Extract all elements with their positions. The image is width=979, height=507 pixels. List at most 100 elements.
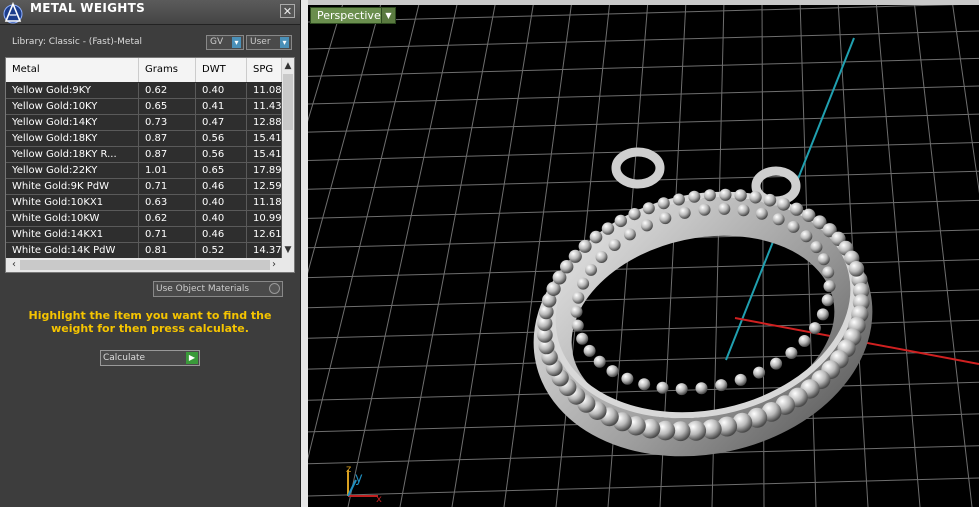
- close-button[interactable]: ✕: [280, 4, 295, 18]
- cell-dwt: 0.40: [196, 211, 247, 227]
- use-object-materials-toggle[interactable]: Use Object Materials: [153, 281, 283, 297]
- bead: [790, 202, 804, 216]
- cell-spg: 15.41: [247, 147, 282, 163]
- cell-spg: 17.89: [247, 163, 282, 179]
- table-row[interactable]: Yellow Gold:9KY 0.62 0.40 11.08: [6, 83, 282, 99]
- table-row[interactable]: Yellow Gold:18KY 0.87 0.56 15.41: [6, 131, 282, 147]
- gv-label: GV: [210, 37, 224, 47]
- table-row[interactable]: Yellow Gold:22KY 1.01 0.65 17.89: [6, 163, 282, 179]
- bead: [777, 197, 791, 211]
- bead: [583, 344, 596, 357]
- table-row[interactable]: White Gold:10KW 0.62 0.40 10.99: [6, 211, 282, 227]
- scroll-left-icon[interactable]: ‹: [8, 258, 20, 272]
- app-logo-icon: [3, 1, 23, 24]
- scroll-thumb[interactable]: [283, 74, 293, 130]
- cell-spg: 12.61: [247, 227, 282, 243]
- table-row[interactable]: Yellow Gold:18KY R... 0.87 0.56 15.41: [6, 147, 282, 163]
- table-row[interactable]: White Gold:14KX1 0.71 0.46 12.61: [6, 227, 282, 243]
- cell-dwt: 0.47: [196, 115, 247, 131]
- cell-metal: White Gold:9K PdW: [6, 179, 139, 195]
- bead: [577, 277, 590, 290]
- viewport-tab-strip: [308, 0, 979, 5]
- vertical-scrollbar[interactable]: ▲ ▼: [282, 58, 294, 258]
- panel-title: METAL WEIGHTS: [30, 1, 146, 15]
- bead: [763, 193, 777, 207]
- cell-grams: 0.87: [139, 131, 196, 147]
- cell-spg: 11.18: [247, 195, 282, 211]
- metal-weights-panel: METAL WEIGHTS ✕ Library: Classic - (Fast…: [0, 0, 301, 507]
- splitter[interactable]: [301, 0, 308, 507]
- bead: [698, 203, 711, 216]
- table-row[interactable]: Yellow Gold:14KY 0.73 0.47 12.88: [6, 115, 282, 131]
- bead: [798, 335, 811, 347]
- column-header-metal[interactable]: Metal: [6, 58, 139, 82]
- gizmo-z-label: z: [346, 464, 351, 475]
- scroll-right-icon[interactable]: ›: [268, 258, 280, 272]
- cell-dwt: 0.52: [196, 243, 247, 259]
- user-dropdown[interactable]: User ▾: [246, 35, 292, 50]
- bead: [695, 382, 708, 395]
- scene-canvas: zy x: [308, 0, 979, 507]
- bead: [659, 212, 672, 225]
- table-row[interactable]: White Gold:9K PdW 0.71 0.46 12.59: [6, 179, 282, 195]
- table-row[interactable]: White Gold:14K PdW 0.81 0.52 14.37: [6, 243, 282, 259]
- user-label: User: [250, 37, 271, 47]
- cell-grams: 0.87: [139, 147, 196, 163]
- play-icon[interactable]: ▶: [186, 352, 198, 364]
- instruction-text: Highlight the item you want to find the …: [28, 309, 272, 335]
- bead: [817, 253, 830, 266]
- loop: [751, 166, 801, 206]
- table-row[interactable]: White Gold:10KX1 0.63 0.40 11.18: [6, 195, 282, 211]
- cell-metal: Yellow Gold:18KY: [6, 131, 139, 147]
- column-header-grams[interactable]: Grams: [139, 58, 196, 82]
- bead: [576, 332, 589, 345]
- cell-grams: 1.01: [139, 163, 196, 179]
- gizmo-x-label: x: [376, 494, 382, 505]
- horizontal-scrollbar[interactable]: ‹ ›: [6, 258, 294, 272]
- bead: [734, 373, 747, 386]
- table-row[interactable]: Yellow Gold:10KY 0.65 0.41 11.43: [6, 99, 282, 115]
- gv-dropdown[interactable]: GV ▾: [206, 35, 244, 50]
- column-header-spg[interactable]: SPG: [247, 58, 282, 82]
- table-header: Metal Grams DWT SPG: [6, 58, 282, 82]
- scroll-thumb[interactable]: [20, 260, 270, 270]
- bead: [628, 208, 641, 221]
- cell-grams: 0.71: [139, 227, 196, 243]
- perspective-viewport[interactable]: zy x Perspective ▼: [308, 0, 979, 507]
- scroll-up-icon[interactable]: ▲: [282, 60, 294, 72]
- bead: [734, 189, 747, 202]
- cell-metal: White Gold:10KW: [6, 211, 139, 227]
- cell-dwt: 0.41: [196, 99, 247, 115]
- bead: [755, 207, 768, 220]
- bead: [785, 347, 798, 359]
- cell-metal: Yellow Gold:18KY R...: [6, 147, 139, 163]
- bead: [753, 366, 766, 379]
- bead: [601, 222, 615, 235]
- cell-spg: 11.08: [247, 83, 282, 99]
- bead: [593, 355, 606, 368]
- metal-table: Metal Grams DWT SPG Yellow Gold:9KY 0.62 0…: [5, 57, 295, 273]
- cell-metal: White Gold:14K PdW: [6, 243, 139, 259]
- bead: [571, 319, 584, 332]
- bead: [809, 322, 821, 335]
- cell-grams: 0.81: [139, 243, 196, 259]
- cell-spg: 12.88: [247, 115, 282, 131]
- dropdown-arrow-icon: ▾: [232, 37, 241, 48]
- bead: [688, 190, 701, 203]
- cell-spg: 11.43: [247, 99, 282, 115]
- bead: [715, 379, 728, 392]
- chevron-down-icon[interactable]: ▼: [381, 8, 395, 23]
- bead: [737, 204, 750, 217]
- calculate-button[interactable]: Calculate ▶: [100, 350, 200, 366]
- scroll-down-icon[interactable]: ▼: [282, 244, 294, 256]
- cell-dwt: 0.65: [196, 163, 247, 179]
- bead: [570, 305, 583, 318]
- radio-icon[interactable]: [269, 283, 280, 294]
- view-mode-button[interactable]: Perspective ▼: [310, 7, 396, 24]
- loop: [611, 147, 665, 189]
- cell-spg: 12.59: [247, 179, 282, 195]
- bead: [657, 197, 670, 210]
- bead: [749, 191, 762, 204]
- column-header-dwt[interactable]: DWT: [196, 58, 247, 82]
- bead: [614, 214, 627, 228]
